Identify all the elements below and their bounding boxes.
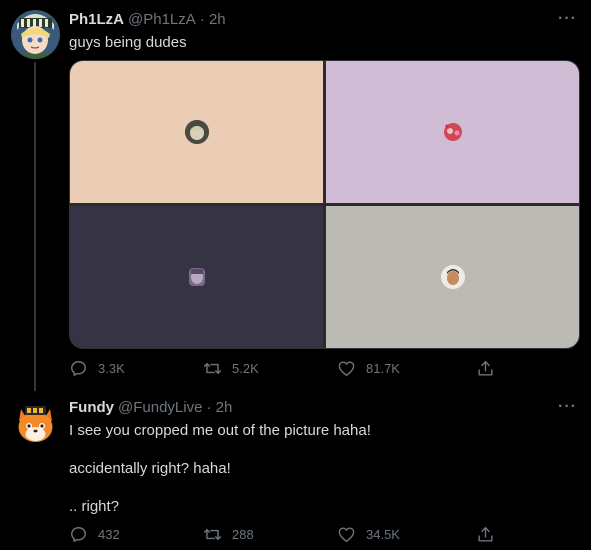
avatar-fundy[interactable] <box>11 397 60 446</box>
tweet-line: accidentally right? haha! <box>69 460 231 477</box>
retweet-button[interactable]: 288 <box>203 523 254 545</box>
participant-avatar <box>184 120 209 144</box>
tweet-actions: 3.3K 5.2K 81.7K <box>69 357 499 379</box>
handle[interactable]: @FundyLive <box>118 399 202 416</box>
tweet-fundy[interactable]: Fundy @FundyLive · 2h ··· I see you croppe… <box>0 385 591 550</box>
media-tile-3[interactable] <box>70 206 323 348</box>
like-icon <box>338 360 355 376</box>
more-icon[interactable]: ··· <box>558 398 577 416</box>
share-button[interactable] <box>476 357 505 379</box>
thread-line <box>34 62 36 385</box>
share-button[interactable] <box>476 523 505 545</box>
tweet-header: Fundy @FundyLive · 2h <box>69 399 232 416</box>
tweet-line: I see you cropped me out of the picture … <box>69 422 371 439</box>
like-count: 81.7K <box>366 360 400 376</box>
media-tile-1[interactable] <box>70 61 323 203</box>
retweet-icon <box>203 362 222 374</box>
avatar-philza[interactable] <box>11 10 60 59</box>
retweet-count: 288 <box>232 526 254 542</box>
tweet-text: guys being dudes <box>69 33 187 52</box>
media-grid[interactable] <box>69 60 580 349</box>
timestamp[interactable]: · 2h <box>206 399 232 416</box>
participant-avatar <box>440 265 465 289</box>
display-name[interactable]: Fundy <box>69 399 114 416</box>
tweet-line: .. right? <box>69 498 120 515</box>
like-button[interactable]: 34.5K <box>337 523 400 545</box>
tweet-actions: 432 288 34.5K <box>69 523 499 545</box>
tweet-philza[interactable]: Ph1LzA@Ph1LzA· 2h ··· guys being dudes <box>0 0 591 385</box>
retweet-button[interactable]: 5.2K <box>203 357 259 379</box>
media-tile-4[interactable] <box>326 206 579 348</box>
like-count: 34.5K <box>366 526 400 542</box>
thread-line <box>34 385 36 391</box>
display-name[interactable]: Ph1LzA <box>69 11 124 28</box>
more-icon[interactable]: ··· <box>558 10 577 28</box>
tweet-line: guys being dudes <box>69 34 187 51</box>
reply-count: 432 <box>98 526 120 542</box>
tweet-header: Ph1LzA @Ph1LzA · 2h <box>69 11 226 28</box>
reply-icon <box>71 360 86 376</box>
like-button[interactable]: 81.7K <box>337 357 400 379</box>
retweet-icon <box>203 528 222 540</box>
handle[interactable]: @Ph1LzA <box>128 11 196 28</box>
reply-button[interactable]: 3.3K <box>69 357 125 379</box>
like-icon <box>338 526 355 542</box>
timestamp[interactable]: · 2h <box>200 11 226 28</box>
share-icon <box>478 526 493 542</box>
retweet-count: 5.2K <box>232 360 259 376</box>
reply-icon <box>71 526 86 542</box>
participant-avatar <box>185 265 209 289</box>
media-tile-2[interactable] <box>326 61 579 203</box>
reply-button[interactable]: 432 <box>69 523 120 545</box>
reply-count: 3.3K <box>98 360 125 376</box>
share-icon <box>478 360 493 376</box>
participant-avatar <box>441 120 465 144</box>
